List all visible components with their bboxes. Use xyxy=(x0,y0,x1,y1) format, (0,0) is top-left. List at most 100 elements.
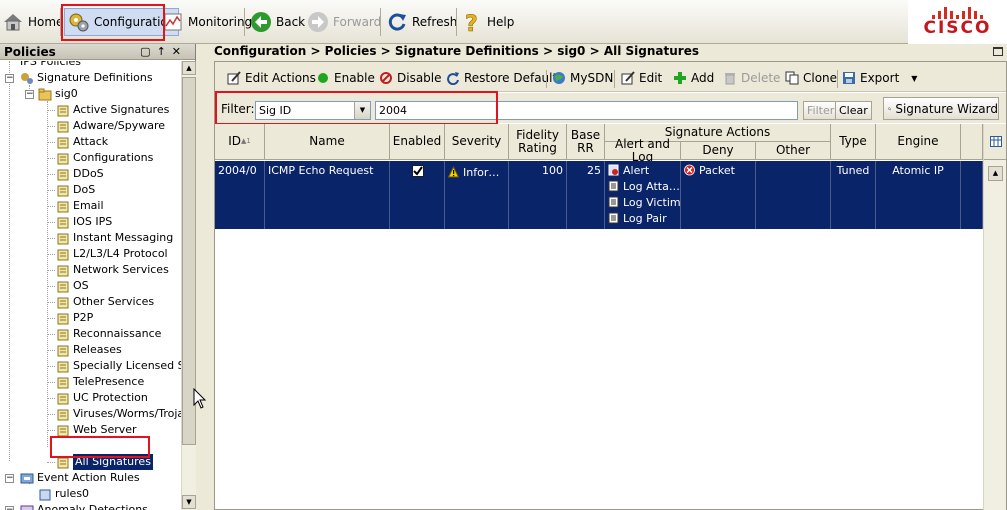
table-scrollbar[interactable]: ▲ xyxy=(983,124,1006,510)
action-alert: Alert xyxy=(608,162,677,178)
tree-item-category[interactable]: Web Server xyxy=(56,422,137,438)
tree-item-category[interactable]: DoS xyxy=(56,182,95,198)
signature-wizard-button[interactable]: Signature Wizard xyxy=(883,97,999,120)
maximize-icon[interactable] xyxy=(993,47,1003,56)
scroll-up-icon[interactable]: ▲ xyxy=(182,61,196,75)
tree-guide xyxy=(47,101,48,447)
tree-item-category[interactable]: Other Services xyxy=(56,294,154,310)
panel-window-controls[interactable]: ▢↑✕ xyxy=(140,44,187,60)
tree-item-category[interactable]: OS xyxy=(56,278,89,294)
tree-item-sig0[interactable]: sig0 xyxy=(38,86,78,102)
tree-item-category[interactable]: Configurations xyxy=(56,150,153,166)
collapse-icon[interactable]: − xyxy=(5,474,14,483)
tree-item-category[interactable]: IOS IPS xyxy=(56,214,112,230)
tree-item-category[interactable]: Specially Licensed Signatures xyxy=(56,358,181,374)
tree-item-signature-definitions[interactable]: Signature Definitions xyxy=(20,70,153,86)
toolbar-separator xyxy=(837,70,838,88)
tree-item-category[interactable]: Adware/Spyware xyxy=(56,118,165,134)
export-button[interactable]: Export ▼ xyxy=(842,70,917,86)
cisco-logo: CISCO xyxy=(908,0,1007,44)
tree-item-category[interactable]: Network Services xyxy=(56,262,169,278)
chevron-down-icon[interactable]: ▼ xyxy=(354,102,370,119)
enable-button[interactable]: Enable xyxy=(316,70,375,86)
export-disk-icon xyxy=(843,72,855,84)
magnifier-icon xyxy=(888,106,892,111)
column-header-deny[interactable]: Deny xyxy=(681,142,756,160)
policies-panel: Policies ▢↑✕ IPS Policies − Signature De… xyxy=(0,44,196,510)
tree-item-category[interactable]: Instant Messaging xyxy=(56,230,173,246)
column-header-base-rr[interactable]: Base RR xyxy=(567,124,605,160)
filter-field-select[interactable]: Sig ID ▼ xyxy=(255,101,371,120)
back-button[interactable]: Back xyxy=(250,8,305,36)
event-action-rules-icon xyxy=(20,473,34,483)
tree-item-category[interactable]: Reconnaissance xyxy=(56,326,161,342)
collapse-icon[interactable]: − xyxy=(25,90,34,99)
edit-actions-button[interactable]: Edit Actions xyxy=(227,70,316,86)
collapse-icon[interactable]: − xyxy=(5,74,14,83)
filter-button[interactable]: Filter xyxy=(803,101,839,120)
column-header-name[interactable]: Name xyxy=(265,124,390,160)
edit-button[interactable]: Edit xyxy=(621,70,662,86)
table-row[interactable]: 2004/0 ICMP Echo Request Infor… 100 25 A… xyxy=(215,161,983,229)
tree-item-event-action-rules[interactable]: Event Action Rules xyxy=(20,470,140,486)
scroll-icon xyxy=(57,217,69,228)
main-toolbar: Home Configuration Monitoring Back Forwa… xyxy=(0,0,908,44)
column-header-alert-and-log[interactable]: Alert and Log xyxy=(605,137,681,163)
enabled-checkbox[interactable] xyxy=(412,165,424,177)
restore-default-button[interactable]: Restore Default xyxy=(446,70,557,86)
enable-green-dot-icon xyxy=(318,73,328,83)
column-header-other[interactable]: Other xyxy=(756,142,831,160)
scroll-icon xyxy=(57,249,69,260)
tree-scrollbar[interactable]: ▲ ▼ xyxy=(181,61,196,510)
tree-item-category[interactable]: P2P xyxy=(56,310,93,326)
tree-item-category[interactable]: Active Signatures xyxy=(56,102,169,118)
clear-button[interactable]: Clear xyxy=(835,101,872,120)
tree-guide xyxy=(47,158,55,159)
tree-item-category[interactable]: Releases xyxy=(56,342,122,358)
back-arrow-icon xyxy=(251,12,271,32)
delete-button[interactable]: Delete xyxy=(723,70,780,86)
tree-item-category[interactable]: Attack xyxy=(56,134,108,150)
home-button[interactable]: Home xyxy=(2,8,63,36)
tree-item-ips-policies[interactable]: IPS Policies xyxy=(20,61,81,70)
column-header-id[interactable]: ID ▲1 xyxy=(215,124,265,160)
column-header-engine[interactable]: Engine xyxy=(876,124,961,160)
tree-item-category[interactable]: Viruses/Worms/Trojans xyxy=(56,406,181,422)
refresh-icon xyxy=(388,13,406,31)
clone-button[interactable]: Clone xyxy=(785,70,837,86)
add-button[interactable]: Add xyxy=(673,70,714,86)
column-header-type[interactable]: Type xyxy=(831,124,876,160)
tree-item-category[interactable]: UC Protection xyxy=(56,390,148,406)
mysdn-button[interactable]: MySDN xyxy=(552,70,613,86)
monitoring-button[interactable]: Monitoring xyxy=(162,8,252,36)
tree-item-category[interactable]: L2/L3/L4 Protocol xyxy=(56,246,168,262)
collapse-icon[interactable]: − xyxy=(5,506,14,510)
tree-item-anomaly-detections[interactable]: Anomaly Detections xyxy=(20,502,148,510)
help-button[interactable]: ? Help xyxy=(461,8,515,36)
refresh-button[interactable]: Refresh xyxy=(386,8,457,36)
log-icon xyxy=(608,180,619,192)
scroll-up-icon[interactable]: ▲ xyxy=(988,166,1003,181)
mysdn-globe-icon xyxy=(553,72,565,84)
forward-button[interactable]: Forward xyxy=(307,8,381,36)
tree-guide xyxy=(47,302,55,303)
column-chooser-button[interactable] xyxy=(984,124,1006,160)
dropdown-arrow-icon[interactable]: ▼ xyxy=(911,74,917,83)
tree-item-category[interactable]: DDoS xyxy=(56,166,104,182)
column-header-fidelity[interactable]: Fidelity Rating xyxy=(509,124,567,160)
tree-item-rules0[interactable]: rules0 xyxy=(38,486,89,502)
column-header-enabled[interactable]: Enabled xyxy=(390,124,445,160)
filter-value-input[interactable] xyxy=(375,101,798,120)
cell-severity: Infor… xyxy=(445,161,509,229)
filter-bar: Filter: Sig ID ▼ Filter Clear Signature … xyxy=(215,93,1006,123)
cell-extra xyxy=(961,161,983,229)
tree-item-category[interactable]: Email xyxy=(56,198,104,214)
tree-item-category[interactable]: TelePresence xyxy=(56,374,144,390)
scroll-icon xyxy=(57,457,69,468)
disable-button[interactable]: Disable xyxy=(379,70,442,86)
deny-x-icon xyxy=(684,164,695,176)
home-icon xyxy=(4,14,22,31)
tree-item-all-signatures[interactable]: All Signatures xyxy=(56,454,153,470)
scroll-down-icon[interactable]: ▼ xyxy=(182,495,196,509)
column-header-severity[interactable]: Severity xyxy=(445,124,509,160)
